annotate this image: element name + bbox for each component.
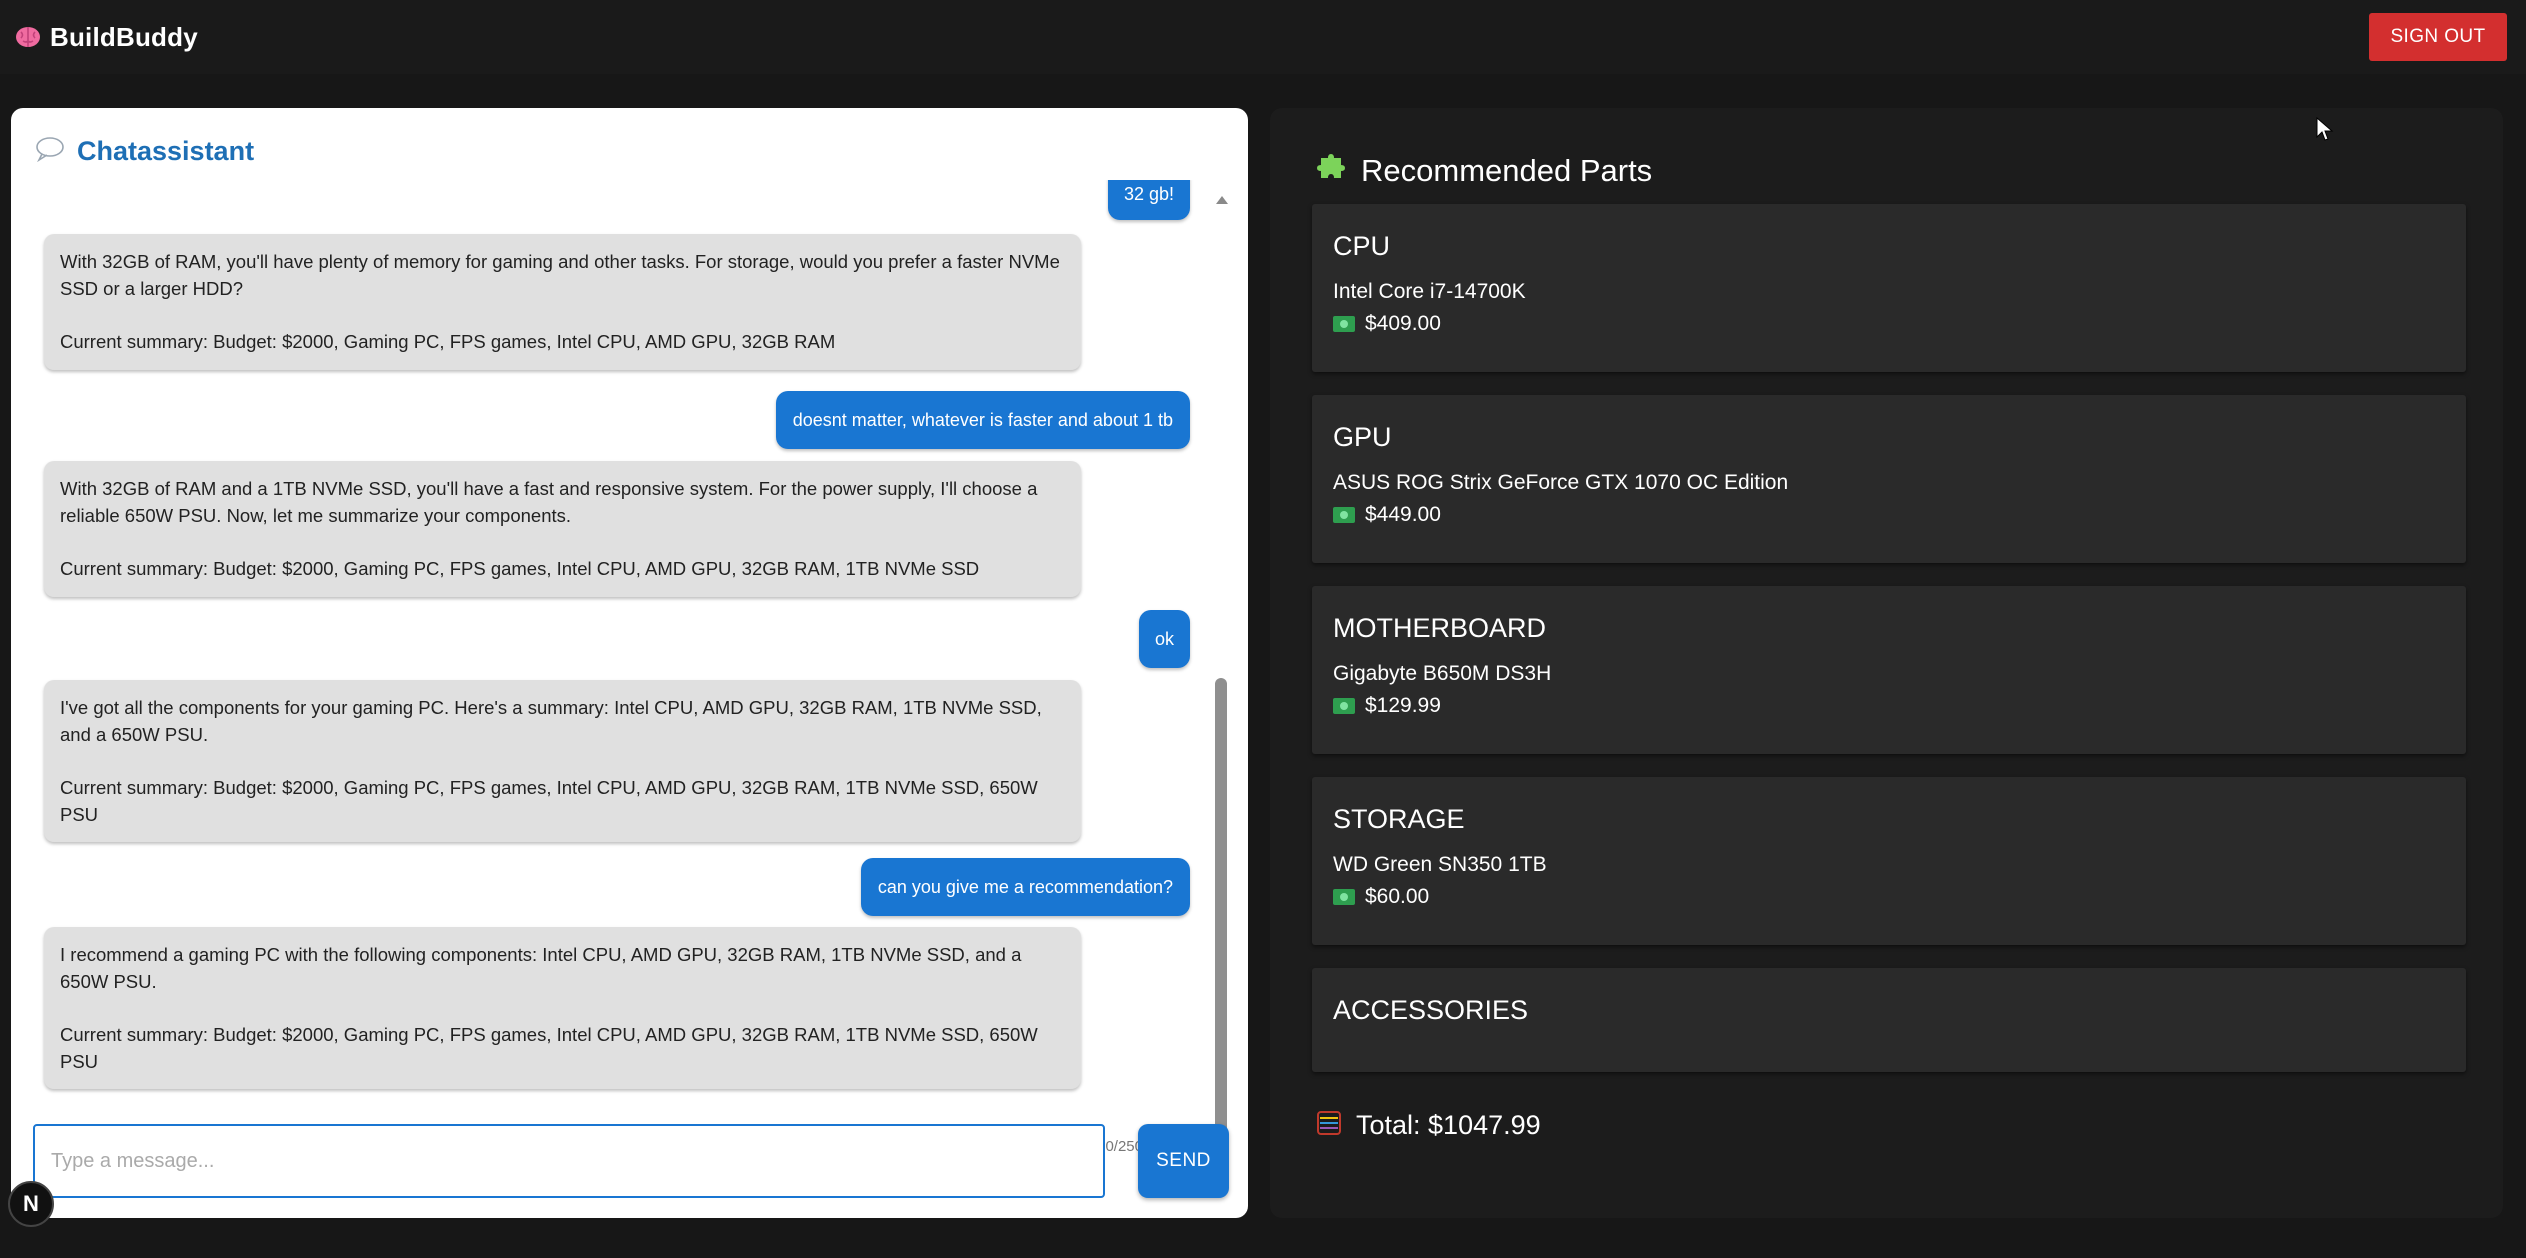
message-text: I've got all the components for your gam… xyxy=(60,697,1042,745)
part-card-motherboard[interactable]: MOTHERBOARD Gigabyte B650M DS3H $129.99 xyxy=(1312,586,2466,754)
chat-panel: Chatassistant 32 gb! With 32GB of RAM, y… xyxy=(11,108,1248,1218)
part-card-cpu[interactable]: CPU Intel Core i7-14700K $409.00 xyxy=(1312,204,2466,372)
total-price: Total: $1047.99 xyxy=(1356,1110,1541,1140)
part-price: $60.00 xyxy=(1365,885,1430,908)
message-summary: Current summary: Budget: $2000, Gaming P… xyxy=(60,331,836,352)
bot-message: With 32GB of RAM and a 1TB NVMe SSD, you… xyxy=(44,461,1081,597)
send-button[interactable]: SEND xyxy=(1138,1124,1229,1198)
scroll-thumb[interactable] xyxy=(1215,678,1227,1168)
user-message: doesnt matter, whatever is faster and ab… xyxy=(775,391,1190,449)
message-text: I recommend a gaming PC with the followi… xyxy=(60,944,1022,992)
message-text: 32 gb! xyxy=(1123,183,1174,204)
sign-out-button[interactable]: SIGN OUT xyxy=(2369,13,2507,61)
message-list[interactable]: 32 gb! With 32GB of RAM, you'll have ple… xyxy=(11,180,1221,1218)
part-category: CPU xyxy=(1333,231,1391,261)
message-input[interactable] xyxy=(33,1124,1105,1198)
bot-message: I've got all the components for your gam… xyxy=(44,680,1081,842)
brand: BuildBuddy xyxy=(14,22,198,53)
part-category: ACCESSORIES xyxy=(1333,995,1529,1025)
dev-badge-icon[interactable]: N xyxy=(8,1181,54,1227)
message-text: doesnt matter, whatever is faster and ab… xyxy=(792,409,1173,430)
part-price-row: $409.00 xyxy=(1333,312,1441,336)
money-icon xyxy=(1333,507,1355,523)
part-category: STORAGE xyxy=(1333,804,1465,834)
brain-icon xyxy=(14,23,42,51)
message-text: can you give me a recommendation? xyxy=(877,876,1173,897)
message-text: ok xyxy=(1154,628,1174,649)
user-message: can you give me a recommendation? xyxy=(860,858,1190,916)
user-message: ok xyxy=(1138,610,1190,668)
part-name: WD Green SN350 1TB xyxy=(1333,853,1547,876)
mouse-cursor-icon xyxy=(2316,117,2334,141)
money-icon xyxy=(1333,316,1355,332)
part-card-storage[interactable]: STORAGE WD Green SN350 1TB $60.00 xyxy=(1312,777,2466,945)
bot-message: I recommend a gaming PC with the followi… xyxy=(44,927,1081,1089)
part-category: GPU xyxy=(1333,422,1392,452)
top-bar: BuildBuddy SIGN OUT xyxy=(0,0,2526,74)
part-name: Gigabyte B650M DS3H xyxy=(1333,662,1552,685)
scroll-up-arrow-icon[interactable] xyxy=(1216,196,1228,204)
speech-bubble-icon xyxy=(35,136,65,167)
part-price: $409.00 xyxy=(1365,312,1441,335)
part-category: MOTHERBOARD xyxy=(1333,613,1547,643)
message-summary: Current summary: Budget: $2000, Gaming P… xyxy=(60,777,1038,825)
abacus-icon xyxy=(1316,1110,1342,1141)
part-name: ASUS ROG Strix GeForce GTX 1070 OC Editi… xyxy=(1333,471,1789,494)
chat-scrollbar[interactable] xyxy=(1211,186,1229,1186)
parts-panel: Recommended Parts CPU Intel Core i7-1470… xyxy=(1270,108,2503,1218)
total-row: Total: $1047.99 xyxy=(1316,1110,1541,1141)
part-card-accessories[interactable]: ACCESSORIES xyxy=(1312,968,2466,1072)
bot-message: With 32GB of RAM, you'll have plenty of … xyxy=(44,234,1081,370)
part-name: Intel Core i7-14700K xyxy=(1333,280,1526,303)
user-message: 32 gb! xyxy=(1107,180,1190,220)
message-summary: Current summary: Budget: $2000, Gaming P… xyxy=(60,558,980,579)
parts-header: Recommended Parts xyxy=(1315,152,1652,189)
money-icon xyxy=(1333,889,1355,905)
part-price: $449.00 xyxy=(1365,503,1441,526)
chat-header: Chatassistant xyxy=(35,136,254,167)
part-price-row: $60.00 xyxy=(1333,885,1429,909)
message-text: With 32GB of RAM and a 1TB NVMe SSD, you… xyxy=(60,478,1038,526)
part-price-row: $129.99 xyxy=(1333,694,1441,718)
parts-title: Recommended Parts xyxy=(1361,152,1653,188)
brand-name: BuildBuddy xyxy=(50,21,198,52)
character-count: 0/250 xyxy=(1105,1138,1143,1155)
puzzle-piece-icon xyxy=(1315,152,1347,189)
message-summary: Current summary: Budget: $2000, Gaming P… xyxy=(60,1024,1038,1072)
chat-title: Chatassistant xyxy=(77,136,255,166)
part-price-row: $449.00 xyxy=(1333,503,1441,527)
money-icon xyxy=(1333,698,1355,714)
part-price: $129.99 xyxy=(1365,694,1441,717)
message-text: With 32GB of RAM, you'll have plenty of … xyxy=(60,251,1060,299)
part-card-gpu[interactable]: GPU ASUS ROG Strix GeForce GTX 1070 OC E… xyxy=(1312,395,2466,563)
